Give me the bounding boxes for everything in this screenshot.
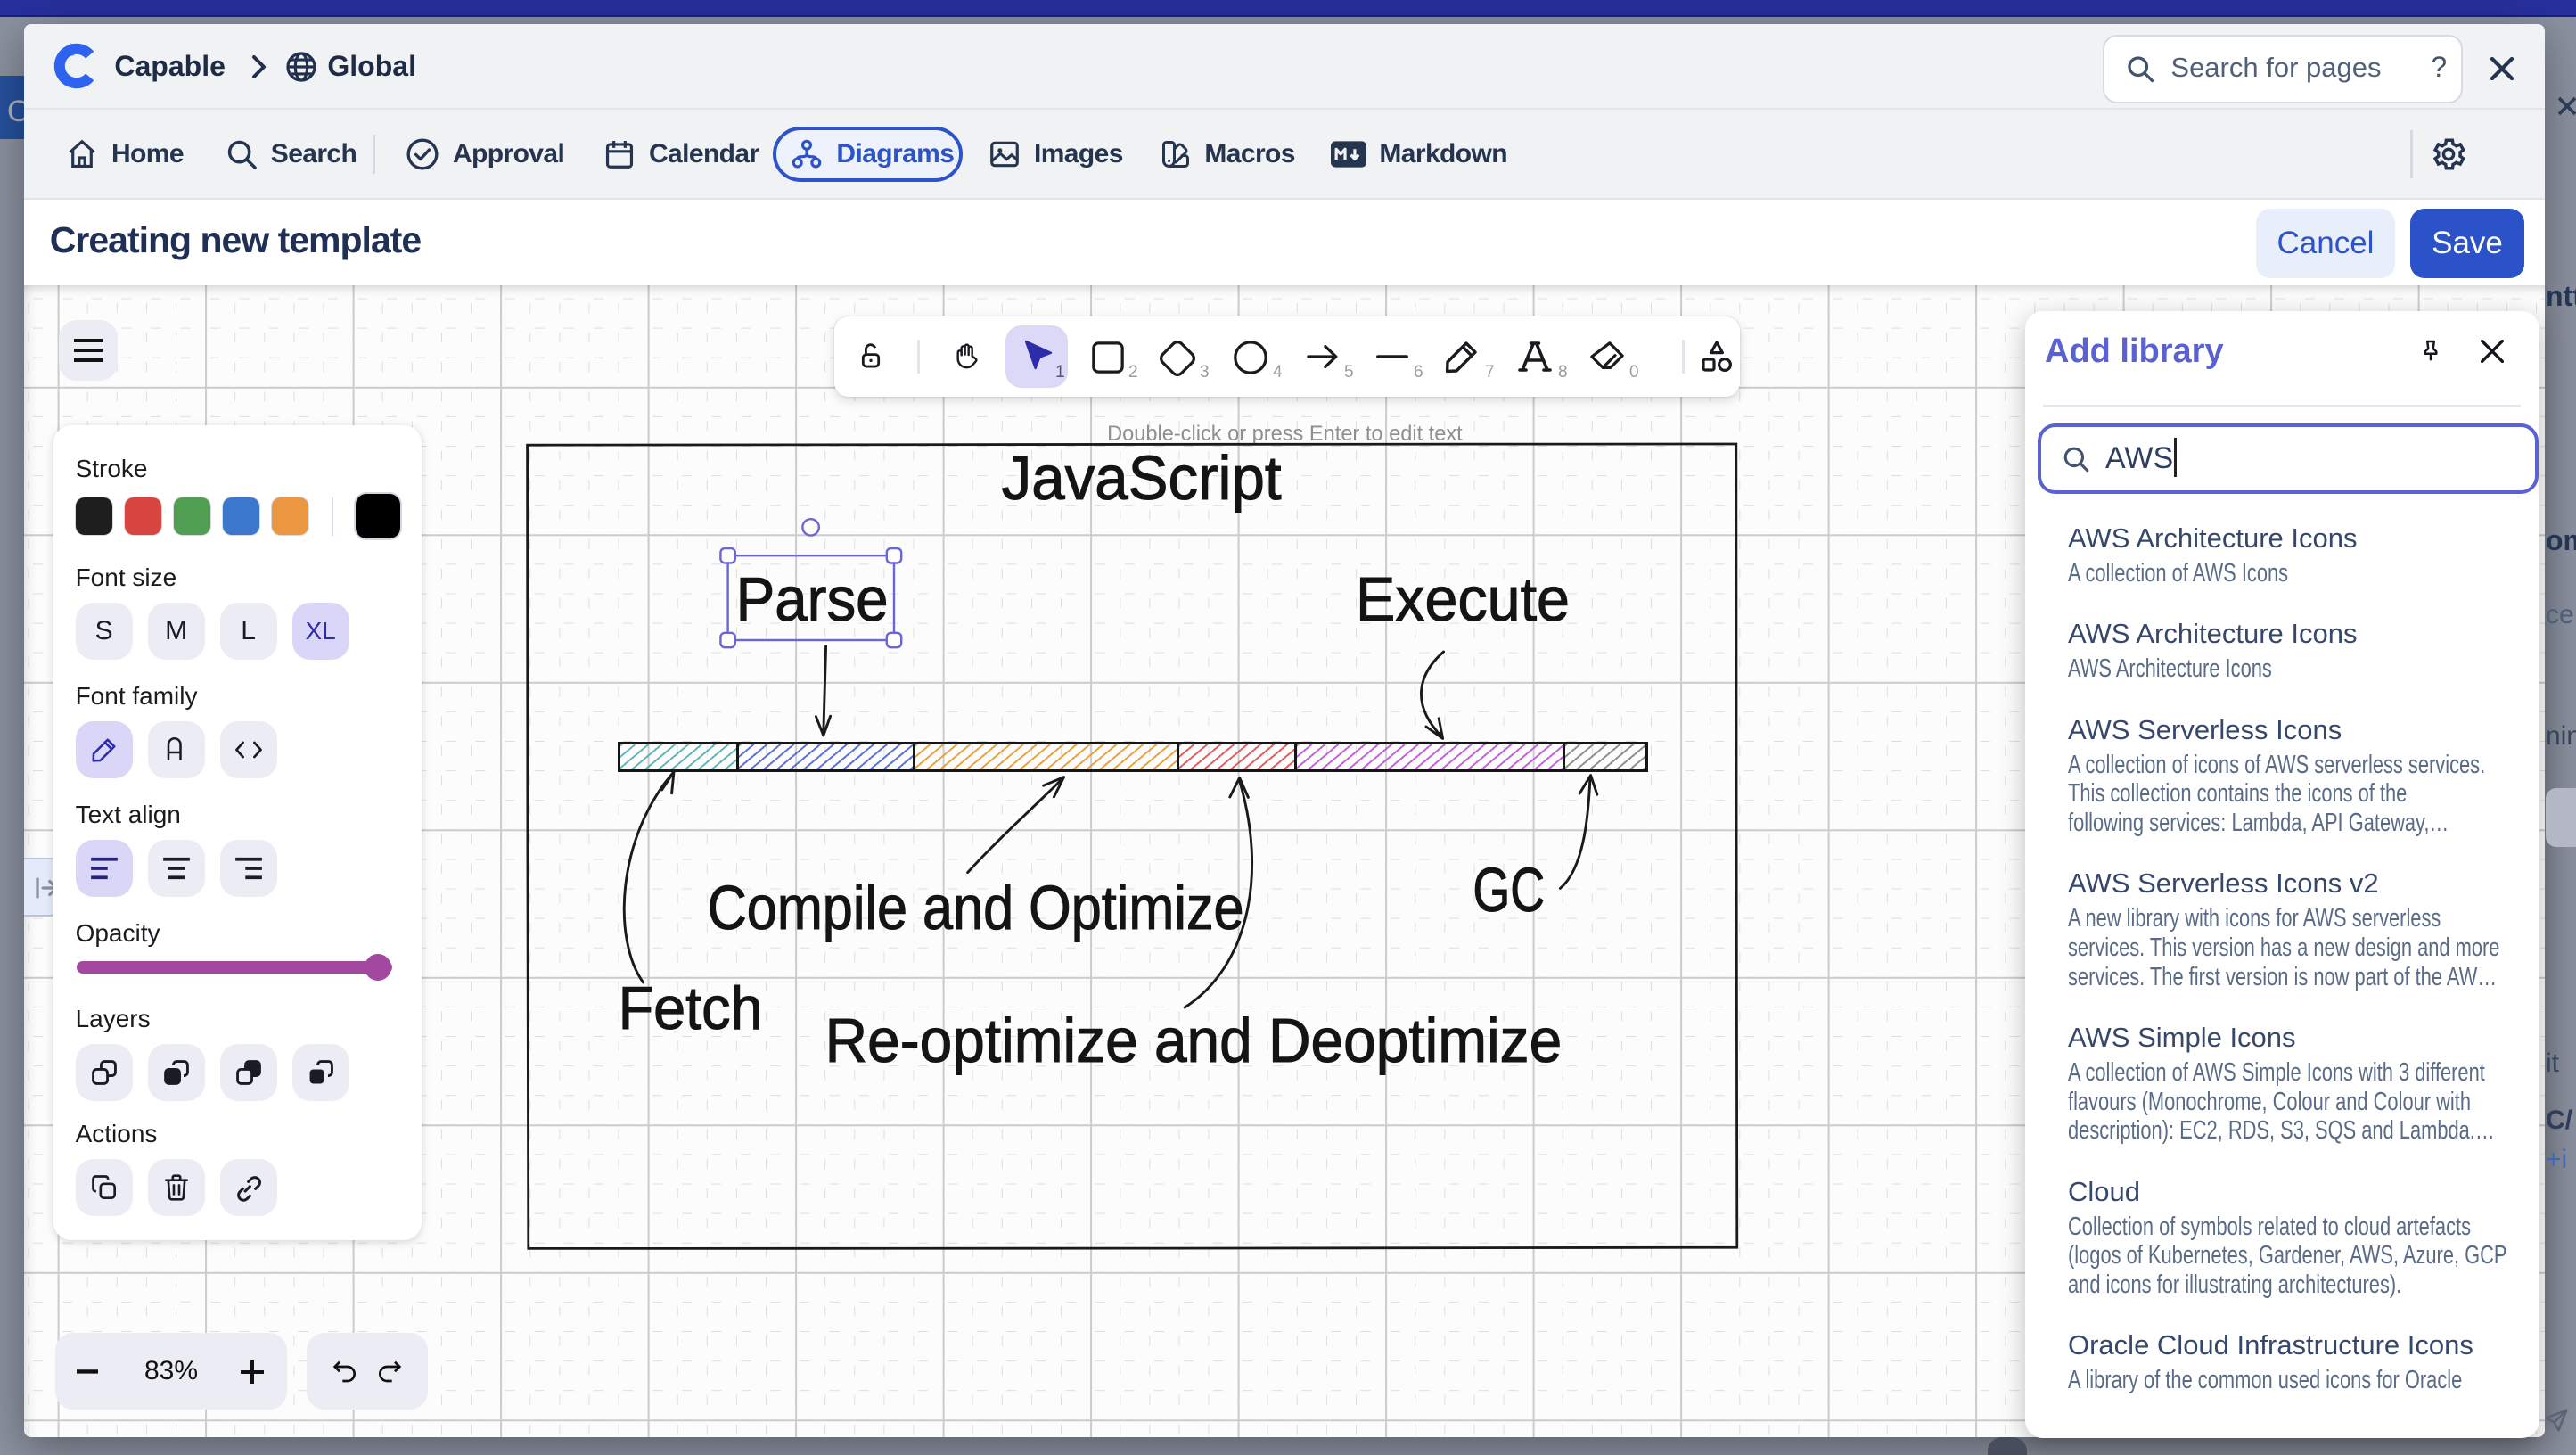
svg-text:Parse: Parse	[736, 564, 889, 634]
svg-text:JavaScript: JavaScript	[1002, 443, 1282, 513]
svg-text:GC: GC	[1473, 855, 1546, 925]
svg-text:Compile and Optimize: Compile and Optimize	[708, 873, 1244, 942]
svg-text:Execute: Execute	[1356, 564, 1570, 634]
svg-text:Re-optimize and Deoptimize: Re-optimize and Deoptimize	[825, 1006, 1563, 1075]
svg-text:Fetch: Fetch	[619, 974, 763, 1042]
